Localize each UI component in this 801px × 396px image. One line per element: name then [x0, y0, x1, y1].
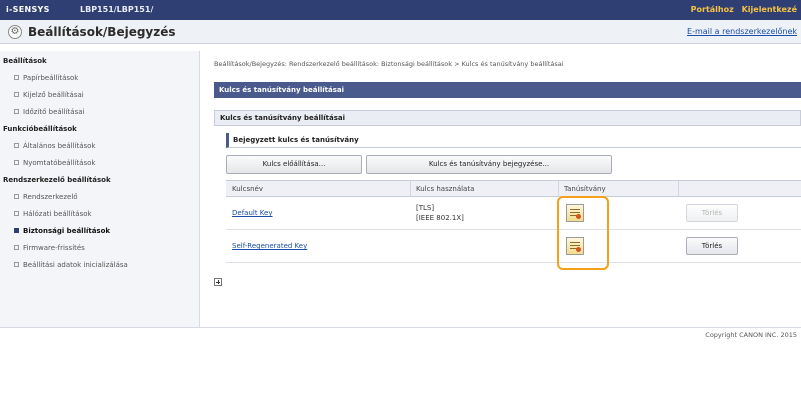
sidebar-item-printer[interactable]: Nyomtatóbeállítások	[0, 155, 200, 172]
sub-section-title: Kulcs és tanúsítvány beállításai	[214, 110, 801, 126]
expand-icon[interactable]	[214, 278, 222, 286]
bullet-icon	[14, 92, 19, 97]
sidebar-item-network[interactable]: Hálózati beállítások	[0, 206, 200, 223]
delete-button[interactable]: Törlés	[686, 204, 738, 222]
copyright: Copyright CANON INC. 2015	[705, 331, 797, 339]
table-row: Default Key [TLS] [IEEE 802.1X] Törlés	[226, 198, 801, 230]
sidebar-item-display[interactable]: Kijelző beállításai	[0, 87, 200, 104]
bullet-icon	[14, 245, 19, 250]
key-usage: [TLS] [IEEE 802.1X]	[416, 203, 464, 223]
generate-key-button[interactable]: Kulcs előállítása...	[226, 155, 362, 174]
col-keyname: Kulcsnév	[232, 185, 264, 193]
page-title: Beállítások/Bejegyzés	[28, 25, 176, 39]
sidebar-item-timer[interactable]: Időzítő beállításai	[0, 104, 200, 121]
col-usage: Kulcs használata	[416, 185, 475, 193]
settings-gear-icon: ⚙	[8, 25, 22, 39]
logout-link[interactable]: Kijelentkezé	[742, 5, 797, 14]
footer-divider	[0, 327, 801, 328]
section-title: Kulcs és tanúsítvány beállításai	[214, 82, 801, 98]
bullet-icon	[14, 262, 19, 267]
usage-8021x: [IEEE 802.1X]	[416, 214, 464, 222]
top-bar: i-SENSYS LBP151/LBP151/ Portálhoz Kijele…	[0, 0, 801, 20]
top-links: Portálhoz Kijelentkezé	[686, 5, 797, 14]
bullet-icon	[14, 160, 19, 165]
sidebar-item-admin[interactable]: Rendszerkezelő	[0, 189, 200, 206]
sidebar-item-firmware[interactable]: Firmware-frissítés	[0, 240, 200, 257]
email-admin-link[interactable]: E-mail a rendszerkezelőnek	[687, 27, 797, 36]
table-row: Self-Regenerated Key Törlés	[226, 231, 801, 263]
col-divider	[678, 181, 679, 197]
bullet-icon	[14, 194, 19, 199]
sidebar-head-admin[interactable]: Rendszerkezelő beállítások	[0, 172, 200, 189]
sidebar: Beállítások Papírbeállítások Kijelző beá…	[0, 51, 200, 327]
register-key-button[interactable]: Kulcs és tanúsítvány bejegyzése...	[366, 155, 612, 174]
bullet-icon	[14, 143, 19, 148]
usage-tls: [TLS]	[416, 204, 435, 212]
sidebar-head-settings[interactable]: Beállítások	[0, 53, 200, 70]
header-bar: ⚙ Beállítások/Bejegyzés E-mail a rendsze…	[0, 20, 801, 44]
bullet-icon	[14, 75, 19, 80]
bullet-icon	[14, 211, 19, 216]
breadcrumb: Beállítások/Bejegyzés: Rendszerkezelő be…	[214, 60, 564, 68]
sidebar-item-init[interactable]: Beállítási adatok inicializálása	[0, 257, 200, 274]
model-label: LBP151/LBP151/	[80, 5, 154, 14]
table-header: Kulcsnév Kulcs használata Tanúsítvány	[226, 180, 801, 197]
sidebar-item-security[interactable]: Biztonsági beállítások	[0, 223, 200, 240]
brand-label: i-SENSYS	[6, 5, 50, 14]
sidebar-item-paper[interactable]: Papírbeállítások	[0, 70, 200, 87]
certificate-highlight-box	[557, 196, 609, 270]
bullet-icon	[14, 109, 19, 114]
registered-keys-title: Bejegyzett kulcs és tanúsítvány	[226, 133, 801, 148]
portal-link[interactable]: Portálhoz	[691, 5, 734, 14]
key-name-link[interactable]: Self-Regenerated Key	[232, 242, 307, 250]
delete-button[interactable]: Törlés	[686, 237, 738, 255]
col-divider	[558, 181, 559, 197]
col-divider	[410, 181, 411, 197]
key-name-link[interactable]: Default Key	[232, 209, 273, 217]
sidebar-head-function[interactable]: Funkcióbeállítások	[0, 121, 200, 138]
bullet-icon	[14, 228, 19, 233]
sidebar-item-general[interactable]: Általános beállítások	[0, 138, 200, 155]
